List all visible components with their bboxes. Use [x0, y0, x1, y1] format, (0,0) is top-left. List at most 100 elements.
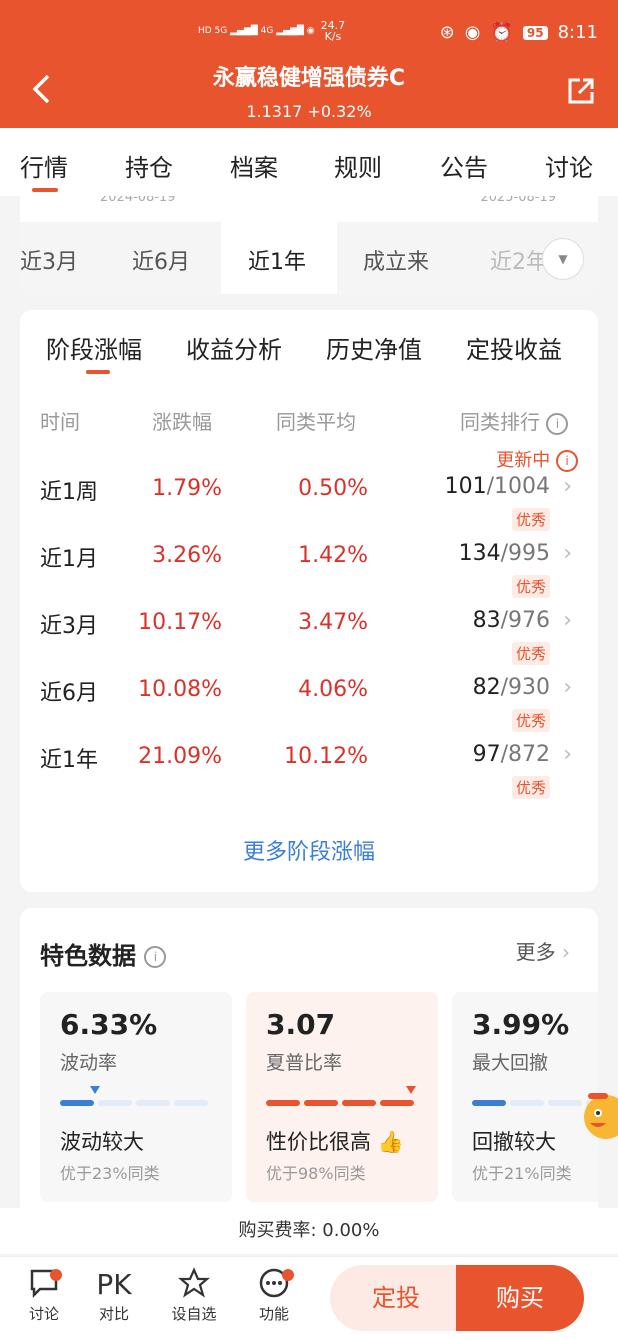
- table-row[interactable]: 近1月 3.26% 1.42% 134/995 › 优秀: [20, 541, 598, 607]
- table-row[interactable]: 近1年 21.09% 10.12% 97/872 › 优秀: [20, 742, 598, 808]
- metric-value: 3.07: [266, 1008, 336, 1041]
- chevron-right-icon: ›: [563, 474, 572, 499]
- period-since-inception[interactable]: 成立来: [363, 244, 429, 276]
- metric-card-sharpe[interactable]: 3.07 夏普比率 性价比很高 👍 优于98%同类: [246, 992, 438, 1202]
- chevron-right-icon: ›: [563, 675, 572, 700]
- info-icon[interactable]: i: [556, 450, 578, 472]
- level-bar: [266, 1100, 414, 1106]
- metric-card-drawdown[interactable]: 3.99% 最大回撤 回撤较大 优于21%同类: [452, 992, 598, 1202]
- metric-value: 3.99%: [472, 1008, 570, 1041]
- metric-percentile: 优于21%同类: [472, 1164, 572, 1183]
- metric-desc-text: 性价比很高: [266, 1130, 371, 1154]
- rank-badge: 优秀: [511, 508, 550, 531]
- row-avg: 4.06%: [298, 677, 368, 702]
- floating-mascot[interactable]: [580, 1085, 618, 1145]
- rank-total: /930: [500, 675, 550, 700]
- perf-tab-stage[interactable]: 阶段涨幅: [46, 330, 142, 365]
- chevron-right-icon: ›: [563, 608, 572, 633]
- tab-announcements[interactable]: 公告: [440, 148, 488, 183]
- info-icon[interactable]: i: [144, 946, 167, 968]
- row-avg: 1.42%: [298, 543, 368, 568]
- row-rank: 101/1004: [445, 474, 550, 499]
- rank-badge: 优秀: [511, 709, 550, 732]
- row-period: 近6月: [40, 681, 98, 706]
- rank-badge: 优秀: [511, 575, 550, 598]
- star-icon: [164, 1267, 224, 1303]
- plan-invest-button[interactable]: 定投: [330, 1265, 462, 1331]
- status-right: ⊛ ◉ ⏰ 95 8:11: [440, 22, 598, 43]
- metric-desc: 波动较大: [60, 1130, 144, 1154]
- level-bar: [60, 1100, 208, 1106]
- feature-title-text: 特色数据: [40, 942, 136, 970]
- net-speed-unit: K/s: [324, 30, 342, 43]
- more-icon: [244, 1267, 304, 1303]
- app-header: HD 5G ▂▄▆█ 4G ▂▄▆█ ◉ 24.7 K/s ⊛ ◉ ⏰ 95 8…: [0, 0, 618, 128]
- tab-market[interactable]: 行情: [20, 148, 68, 192]
- row-change: 1.79%: [152, 476, 222, 501]
- nav-compare[interactable]: PK 对比: [84, 1267, 144, 1324]
- alarm-icon: ⏰: [490, 22, 513, 43]
- nav-discuss-label: 讨论: [28, 1305, 59, 1323]
- purchase-fee: 购买费率: 0.00%: [0, 1208, 618, 1254]
- bar-seg: [98, 1100, 132, 1106]
- nav-add-watchlist[interactable]: 设自选: [164, 1267, 224, 1324]
- feature-more-link[interactable]: 更多 ›: [516, 936, 570, 965]
- metric-name: 波动率: [60, 1052, 118, 1074]
- perf-tab-analysis[interactable]: 收益分析: [186, 330, 282, 365]
- chat-icon: [14, 1267, 74, 1303]
- perf-tab-indicator: [86, 370, 110, 374]
- metric-desc: 性价比很高 👍: [266, 1126, 404, 1156]
- perf-tab-history[interactable]: 历史净值: [326, 330, 422, 365]
- row-period: 近1年: [40, 748, 98, 773]
- rank-total: /872: [500, 742, 550, 767]
- tab-holdings[interactable]: 持仓: [125, 148, 173, 183]
- table-row[interactable]: 近1周 1.79% 0.50% 101/1004 › 优秀: [20, 474, 598, 540]
- buy-button[interactable]: 购买: [456, 1265, 584, 1331]
- eye-icon: ◉: [464, 22, 481, 43]
- bar-seg: [60, 1100, 94, 1106]
- period-3m[interactable]: 近3月: [20, 244, 78, 276]
- info-icon[interactable]: i: [546, 412, 569, 435]
- metric-card-volatility[interactable]: 6.33% 波动率 波动较大 优于23%同类: [40, 992, 232, 1202]
- rank-total: /976: [500, 608, 550, 633]
- bar-seg: [136, 1100, 170, 1106]
- nav-discuss[interactable]: 讨论: [14, 1267, 74, 1324]
- fund-nav: 1.1317 +0.32%: [246, 102, 372, 121]
- row-rank: 83/976: [473, 608, 550, 633]
- row-period: 近3月: [40, 614, 98, 639]
- rank-badge: 优秀: [511, 776, 550, 799]
- bar-seg: [548, 1100, 582, 1106]
- chart-end-date: 2025-08-19: [480, 196, 556, 205]
- perf-tab-plan[interactable]: 定投收益: [466, 330, 562, 365]
- more-stage-returns-link[interactable]: 更多阶段涨幅: [20, 834, 598, 866]
- period-1y[interactable]: 近1年: [248, 244, 306, 276]
- metric-desc: 回撤较大: [472, 1130, 556, 1154]
- period-2y[interactable]: 近2年: [490, 244, 548, 276]
- row-rank: 134/995: [459, 541, 550, 566]
- row-avg: 0.50%: [298, 476, 368, 501]
- pk-icon: PK: [96, 1268, 132, 1301]
- tab-discussion[interactable]: 讨论: [545, 148, 593, 183]
- period-expand-button[interactable]: ▼: [542, 238, 584, 280]
- metric-percentile: 优于23%同类: [60, 1164, 160, 1183]
- table-row[interactable]: 近6月 10.08% 4.06% 82/930 › 优秀: [20, 675, 598, 741]
- bar-seg: [342, 1100, 376, 1106]
- period-selector: 近3月 近6月 近1年 成立来 近2年 ▼: [20, 222, 598, 294]
- rank-value: 101: [444, 474, 487, 499]
- share-button[interactable]: [566, 76, 594, 104]
- level-marker: [90, 1086, 100, 1094]
- chevron-right-icon: ›: [562, 940, 570, 964]
- rank-badge: 优秀: [511, 642, 550, 665]
- rank-total: /995: [500, 541, 550, 566]
- tab-profile[interactable]: 档案: [230, 148, 278, 183]
- nav-functions[interactable]: 功能: [244, 1267, 304, 1324]
- battery-level: 95: [522, 25, 548, 40]
- main-tabs: 行情 持仓 档案 规则 公告 讨论: [0, 128, 618, 196]
- feature-more-label: 更多: [515, 940, 556, 964]
- caret-down-icon: ▼: [558, 252, 568, 266]
- period-6m[interactable]: 近6月: [132, 244, 190, 276]
- tab-rules[interactable]: 规则: [334, 148, 382, 183]
- table-row[interactable]: 近3月 10.17% 3.47% 83/976 › 优秀: [20, 608, 598, 674]
- share-icon: [568, 78, 594, 104]
- level-marker: [406, 1086, 416, 1094]
